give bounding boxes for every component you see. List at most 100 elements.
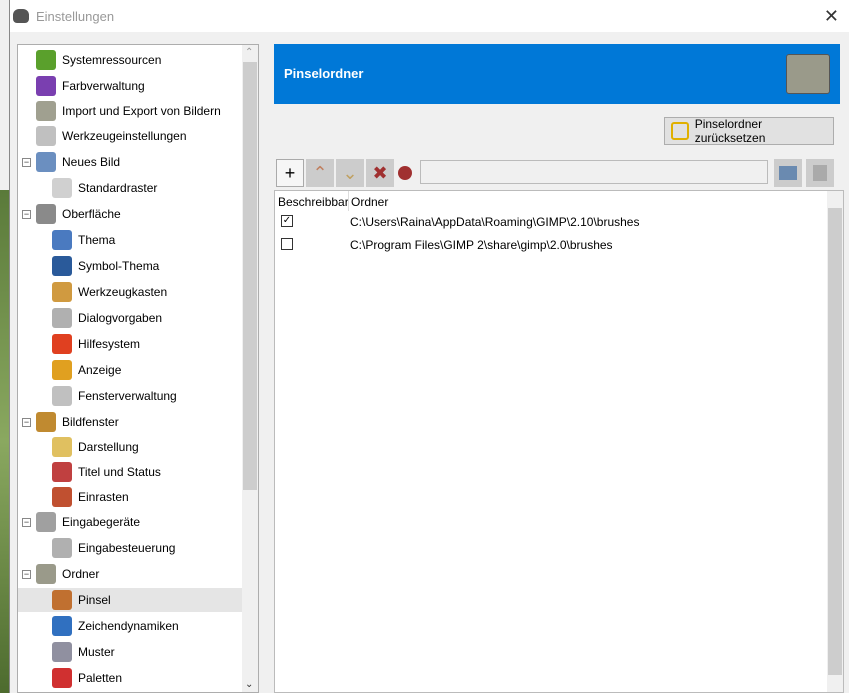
- section-title: Pinselordner: [284, 66, 364, 81]
- collapse-icon[interactable]: −: [22, 569, 31, 579]
- reset-icon: [671, 122, 689, 140]
- tree-item-paletten[interactable]: Paletten: [18, 666, 242, 690]
- edit-folder-button[interactable]: [806, 159, 834, 187]
- tree-item-systemressourcen[interactable]: Systemressourcen: [18, 48, 242, 72]
- browse-folder-button[interactable]: [774, 159, 802, 187]
- tree-item-pinsel[interactable]: Pinsel: [18, 588, 242, 612]
- reset-folders-button[interactable]: Pinselordner zurücksetzen: [664, 117, 834, 145]
- folder-row[interactable]: C:\Program Files\GIMP 2\share\gimp\2.0\b…: [275, 236, 815, 258]
- folder-list: Beschreibbar Ordner ✓ C:\Users\Raina\App…: [274, 190, 844, 693]
- tree-item-label: Paletten: [78, 671, 123, 685]
- tree-item-label: Fensterverwaltung: [78, 389, 177, 403]
- writable-indicator-icon: [398, 166, 412, 180]
- tree-item-ordner[interactable]: − Ordner: [18, 562, 242, 586]
- category-icon: [52, 487, 72, 507]
- gimp-logo-icon: [13, 9, 29, 23]
- folder-row[interactable]: ✓ C:\Users\Raina\AppData\Roaming\GIMP\2.…: [275, 213, 815, 235]
- tree-item-symbol-thema[interactable]: Symbol-Thema: [18, 254, 242, 278]
- folder-path: C:\Program Files\GIMP 2\share\gimp\2.0\b…: [350, 238, 613, 252]
- brush-folder-icon: [786, 54, 830, 94]
- tree-item-label: Muster: [78, 645, 115, 659]
- collapse-icon[interactable]: −: [22, 157, 31, 167]
- category-icon: [52, 386, 72, 406]
- category-icon: [36, 50, 56, 70]
- collapse-icon[interactable]: −: [22, 209, 31, 219]
- category-icon: [52, 590, 72, 610]
- cabinet-icon: [813, 165, 827, 181]
- delete-folder-button[interactable]: ✖: [366, 159, 394, 187]
- list-scrollbar-thumb[interactable]: [828, 208, 842, 675]
- arrow-down-icon: ⌄: [342, 162, 358, 183]
- section-header: Pinselordner: [274, 44, 840, 104]
- tree-item-label: Thema: [78, 233, 116, 247]
- add-folder-button[interactable]: +: [276, 159, 304, 187]
- title-bar: Einstellungen ✕: [10, 0, 849, 32]
- collapse-icon[interactable]: −: [22, 517, 31, 527]
- tree-item-einrasten[interactable]: Einrasten: [18, 485, 242, 509]
- tree-item-eingabegeräte[interactable]: − Eingabegeräte: [18, 510, 242, 534]
- tree-item-import-und-export-von-bildern[interactable]: Import und Export von Bildern: [18, 99, 242, 123]
- category-icon: [52, 462, 72, 482]
- tree-item-eingabesteuerung[interactable]: Eingabesteuerung: [18, 536, 242, 560]
- tree-item-farbverwaltung[interactable]: Farbverwaltung: [18, 74, 242, 98]
- folder-path: C:\Users\Raina\AppData\Roaming\GIMP\2.10…: [350, 215, 640, 229]
- collapse-icon[interactable]: −: [22, 417, 31, 427]
- category-icon: [52, 230, 72, 250]
- move-down-button[interactable]: ⌄: [336, 159, 364, 187]
- tree-item-thema[interactable]: Thema: [18, 228, 242, 252]
- tree-item-hilfesystem[interactable]: Hilfesystem: [18, 332, 242, 356]
- tree-scrollbar[interactable]: ⌃ ⌄: [242, 45, 258, 692]
- category-icon: [52, 616, 72, 636]
- tree-item-standardraster[interactable]: Standardraster: [18, 176, 242, 200]
- tree-item-neues-bild[interactable]: − Neues Bild: [18, 150, 242, 174]
- tree-item-label: Hilfesystem: [78, 337, 141, 351]
- category-icon: [36, 564, 56, 584]
- tree-item-label: Systemressourcen: [62, 53, 162, 67]
- tree-item-oberfläche[interactable]: − Oberfläche: [18, 202, 242, 226]
- tree-item-label: Import und Export von Bildern: [62, 104, 221, 118]
- move-up-button[interactable]: ⌃: [306, 159, 334, 187]
- list-scrollbar[interactable]: [827, 191, 843, 692]
- delete-icon: ✖: [372, 162, 388, 183]
- tree-item-werkzeugkasten[interactable]: Werkzeugkasten: [18, 280, 242, 304]
- category-icon: [52, 668, 72, 688]
- tree-item-bildfenster[interactable]: − Bildfenster: [18, 410, 242, 434]
- tree-item-werkzeugeinstellungen[interactable]: Werkzeugeinstellungen: [18, 124, 242, 148]
- folder-path-input[interactable]: [420, 160, 768, 184]
- category-icon: [36, 126, 56, 146]
- tree-item-label: Neues Bild: [62, 155, 121, 169]
- category-icon: [36, 76, 56, 96]
- close-button[interactable]: ✕: [824, 6, 839, 27]
- category-icon: [52, 308, 72, 328]
- tree-item-label: Zeichendynamiken: [78, 619, 179, 633]
- writable-checkbox[interactable]: [281, 238, 293, 250]
- tree-item-dialogvorgaben[interactable]: Dialogvorgaben: [18, 306, 242, 330]
- tree-item-zeichendynamiken[interactable]: Zeichendynamiken: [18, 614, 242, 638]
- tree-item-label: Eingabesteuerung: [78, 541, 176, 555]
- tree-item-label: Standardraster: [78, 181, 158, 195]
- scroll-up-icon[interactable]: ⌃: [245, 47, 253, 58]
- tree-item-label: Pinsel: [78, 593, 111, 607]
- column-header-folder[interactable]: Ordner: [351, 195, 388, 209]
- category-icon: [36, 412, 56, 432]
- category-icon: [52, 538, 72, 558]
- column-header-writable[interactable]: Beschreibbar: [278, 195, 349, 209]
- category-icon: [52, 334, 72, 354]
- tree-item-anzeige[interactable]: Anzeige: [18, 358, 242, 382]
- tree-item-label: Werkzeugkasten: [78, 285, 168, 299]
- tree-item-titel-und-status[interactable]: Titel und Status: [18, 460, 242, 484]
- tree-item-darstellung[interactable]: Darstellung: [18, 435, 242, 459]
- category-icon: [52, 437, 72, 457]
- tree-item-label: Einrasten: [78, 490, 129, 504]
- tree-item-label: Farbverwaltung: [62, 79, 145, 93]
- writable-checkbox[interactable]: ✓: [281, 215, 293, 227]
- tree-item-label: Oberfläche: [62, 207, 121, 221]
- tree-item-muster[interactable]: Muster: [18, 640, 242, 664]
- tree-item-fensterverwaltung[interactable]: Fensterverwaltung: [18, 384, 242, 408]
- desktop-background: [0, 190, 9, 693]
- tree-scrollbar-thumb[interactable]: [243, 62, 257, 490]
- scroll-down-icon[interactable]: ⌄: [245, 679, 253, 690]
- tree-item-label: Bildfenster: [62, 415, 119, 429]
- folder-open-icon: [779, 166, 797, 180]
- category-icon: [52, 256, 72, 276]
